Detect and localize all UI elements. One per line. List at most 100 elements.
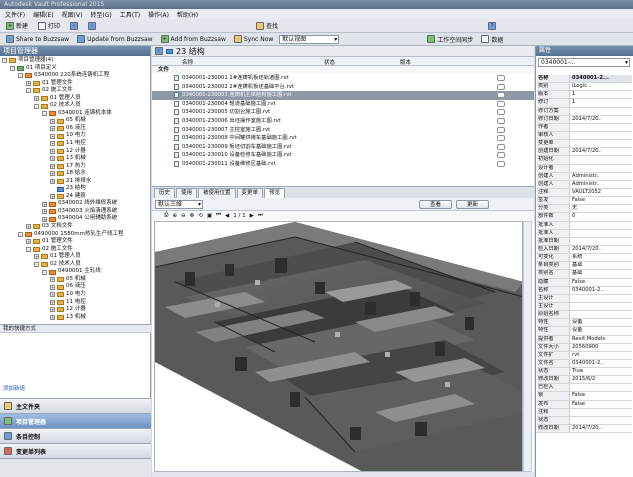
workspace-sync-button[interactable]: 工作空间同步: [425, 34, 475, 44]
expand-icon[interactable]: +: [26, 224, 31, 230]
nav-back-button[interactable]: ‹: [68, 21, 80, 31]
property-row[interactable]: 文件大小 20560900: [537, 343, 632, 352]
expand-icon[interactable]: +: [42, 209, 47, 215]
model-preview[interactable]: [154, 221, 523, 472]
tree-node[interactable]: - 0490001 主轧线: [2, 268, 150, 276]
tree-node[interactable]: +03 文档文件: [2, 223, 150, 231]
viewer-scrollbar[interactable]: [523, 221, 532, 472]
property-row[interactable]: 类别名 基础: [537, 270, 632, 279]
back-icon[interactable]: ‹: [155, 47, 163, 55]
view-select[interactable]: 默认视图: [279, 34, 340, 44]
menu-tools[interactable]: 工具(T): [120, 10, 140, 19]
tab-uses[interactable]: 使用: [176, 188, 198, 198]
file-row[interactable]: 0340001-230003 连铸机主体结构施工图.rvt: [152, 91, 534, 100]
tree-node[interactable]: - 02 施工文件: [2, 87, 150, 95]
property-row[interactable]: 修改日期 2014/7/20..: [537, 425, 632, 434]
expand-icon[interactable]: +: [50, 126, 55, 132]
expand-icon[interactable]: +: [50, 277, 55, 283]
menu-actions[interactable]: 操作(A): [148, 10, 169, 19]
expand-icon[interactable]: +: [50, 179, 55, 185]
menu-view[interactable]: 视图(V): [62, 10, 83, 19]
property-row[interactable]: 状态: [537, 416, 632, 426]
expand-icon[interactable]: +: [50, 148, 55, 154]
file-row[interactable]: 0340001-230005 切割台施工图.rvt: [152, 108, 534, 117]
property-row[interactable]: 检入日期 2014/7/20..: [537, 245, 632, 255]
tree-node[interactable]: - 01 项目定义: [2, 65, 150, 73]
property-row[interactable]: 特性 设备: [537, 319, 632, 328]
property-row[interactable]: 特性 设备: [537, 327, 632, 336]
collapse-icon[interactable]: -: [2, 58, 7, 64]
find-button[interactable]: 查找: [254, 21, 280, 31]
tree-node[interactable]: +10 电力: [2, 132, 150, 140]
property-row[interactable]: 条目类别 基础: [537, 262, 632, 271]
tab-preview[interactable]: 预览: [264, 188, 286, 198]
tree-node[interactable]: +10 电力: [2, 291, 150, 299]
column-name[interactable]: 名称: [182, 58, 193, 66]
menu-goto[interactable]: 转至(G): [90, 10, 111, 19]
nav-project-explorer[interactable]: 项目管理器: [0, 413, 151, 428]
property-row[interactable]: 修订 1: [537, 99, 632, 108]
property-row[interactable]: 类别 iLogic...: [537, 83, 632, 92]
file-row[interactable]: 0340001-230006 出坯操作室施工图.rvt: [152, 117, 534, 126]
help-button[interactable]: ?: [486, 21, 498, 31]
property-row[interactable]: 创建人 Administr..: [537, 180, 632, 189]
property-row[interactable]: 变更单: [537, 140, 632, 149]
property-row[interactable]: 可变化 系统: [537, 254, 632, 263]
collapse-icon[interactable]: -: [42, 111, 47, 117]
property-row[interactable]: 初始化: [537, 156, 632, 165]
property-row[interactable]: 主设计: [537, 302, 632, 312]
tree-node[interactable]: +12 计器: [2, 306, 150, 314]
expand-icon[interactable]: +: [50, 163, 55, 169]
collapse-icon[interactable]: -: [34, 103, 39, 109]
tree-node[interactable]: +11 电控: [2, 299, 150, 307]
tree-node[interactable]: +01 管理文件: [2, 238, 150, 246]
expand-icon[interactable]: +: [50, 171, 55, 177]
new-button[interactable]: + 新建: [4, 21, 30, 31]
data-button[interactable]: 数据: [479, 34, 505, 44]
file-row[interactable]: 0340001-230007 主控室施工图.rvt: [152, 126, 534, 135]
first-page-icon[interactable]: ⏮: [216, 212, 221, 219]
fit-icon[interactable]: ▣: [207, 213, 212, 219]
tree-node[interactable]: +06 液压: [2, 283, 150, 291]
tree-node[interactable]: +05 机械: [2, 117, 150, 125]
property-row[interactable]: 注释: [537, 408, 632, 417]
collapse-icon[interactable]: -: [26, 88, 31, 94]
file-row[interactable]: 0340001-230001 1#连铸机板坯轨道图.rvt: [152, 74, 534, 83]
nav-item-control[interactable]: 条目控制: [0, 428, 151, 443]
tree-node[interactable]: - 02 技术人员: [2, 102, 150, 110]
collapse-icon[interactable]: -: [34, 262, 39, 268]
sync-now-button[interactable]: Sync Now: [232, 34, 275, 44]
property-row[interactable]: 发布 False: [537, 400, 632, 409]
tree-node[interactable]: +01 管理文件: [2, 80, 150, 88]
tab-change-order[interactable]: 变更单: [236, 188, 264, 198]
tree-node[interactable]: - 项目管理器(4): [2, 57, 150, 65]
expand-icon[interactable]: +: [50, 307, 55, 313]
property-row[interactable]: 已检入: [537, 384, 632, 393]
expand-icon[interactable]: +: [50, 284, 55, 290]
property-row[interactable]: 修改日期 2015/6/2: [537, 376, 632, 385]
view-button[interactable]: 查看: [419, 199, 453, 209]
property-row[interactable]: 隐藏 False: [537, 278, 632, 287]
file-row[interactable]: 0340001-230010 设备检修车基础施工图.rvt: [152, 151, 534, 160]
tab-history[interactable]: 历史: [154, 188, 176, 198]
property-row[interactable]: 文件扩 rvt: [537, 351, 632, 360]
property-row[interactable]: 创建人 Administr..: [537, 172, 632, 181]
property-row[interactable]: 版本 1: [537, 91, 632, 100]
property-row[interactable]: 分类无: [537, 205, 632, 214]
menu-help[interactable]: 帮助(H): [177, 10, 198, 19]
property-row[interactable]: 修订日期 2014/7/20..: [537, 115, 632, 124]
tree-node[interactable]: 23 结构: [2, 185, 150, 193]
zoom-out-icon[interactable]: ⊖: [181, 213, 186, 219]
file-row[interactable]: 0340001-230002 2#连铸机板坯基础平台.rvt: [152, 83, 534, 92]
tree-node[interactable]: +01 管理人员: [2, 253, 150, 261]
property-row[interactable]: 部件数 0: [537, 213, 632, 222]
tree-node[interactable]: +11 电控: [2, 140, 150, 148]
collapse-icon[interactable]: -: [10, 65, 15, 71]
property-row[interactable]: 作者: [537, 123, 632, 132]
file-row[interactable]: 0340001-230011 设备维修区基础.rvt: [152, 160, 534, 169]
property-row[interactable]: 批准人: [537, 221, 632, 230]
expand-icon[interactable]: +: [50, 292, 55, 298]
tree-node[interactable]: +0340002 线外维修系统: [2, 200, 150, 208]
property-row[interactable]: 文件名 0340001-2..: [537, 359, 632, 369]
nav-forward-button[interactable]: ›: [86, 21, 98, 31]
